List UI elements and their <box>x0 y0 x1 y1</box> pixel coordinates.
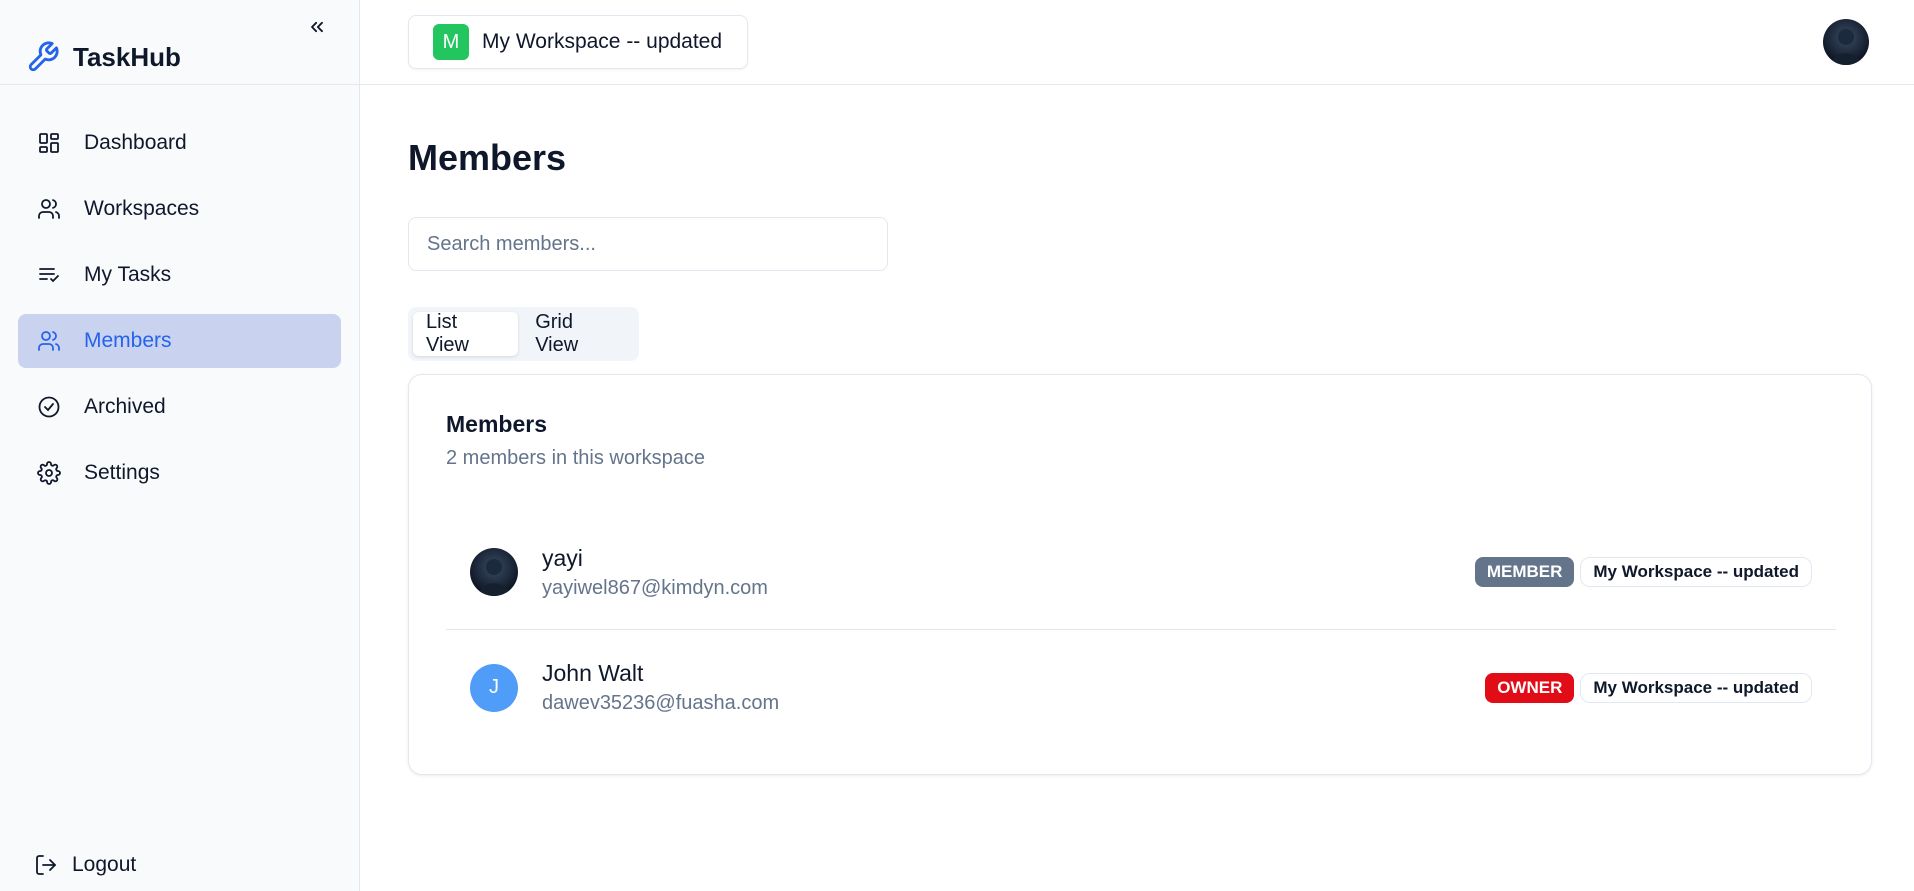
tab-list-view[interactable]: List View <box>413 311 519 356</box>
sidebar-item-workspaces[interactable]: Workspaces <box>18 182 341 236</box>
collapse-sidebar-button[interactable] <box>305 13 329 41</box>
member-row[interactable]: J John Walt dawev35236@fuasha.com OWNER … <box>446 630 1836 745</box>
sidebar-item-dashboard[interactable]: Dashboard <box>18 116 341 170</box>
card-title: Members <box>446 411 547 437</box>
member-avatar <box>470 548 518 596</box>
workspace-badge: My Workspace -- updated <box>1580 672 1812 703</box>
member-badges: OWNER My Workspace -- updated <box>1485 672 1812 703</box>
topbar: M My Workspace -- updated <box>360 0 1914 85</box>
member-info: John Walt dawev35236@fuasha.com <box>542 660 779 715</box>
wrench-icon <box>28 41 59 72</box>
sidebar-item-my-tasks[interactable]: My Tasks <box>18 248 341 302</box>
app-name: TaskHub <box>73 41 181 72</box>
users-icon <box>36 196 62 222</box>
avatar-photo <box>470 548 518 596</box>
members-card: Members 2 members in this workspace yayi… <box>408 374 1872 775</box>
users-icon <box>36 328 62 354</box>
sidebar-item-archived[interactable]: Archived <box>18 380 341 434</box>
role-badge: OWNER <box>1485 672 1575 703</box>
workspace-switcher[interactable]: M My Workspace -- updated <box>408 15 748 69</box>
workspace-name: My Workspace -- updated <box>482 30 723 53</box>
member-info: yayi yayiwel867@kimdyn.com <box>542 545 768 600</box>
role-badge: MEMBER <box>1474 557 1575 587</box>
user-avatar[interactable] <box>1823 19 1869 65</box>
member-name: yayi <box>542 544 583 571</box>
sidebar-item-settings[interactable]: Settings <box>18 446 341 500</box>
avatar-photo <box>1823 19 1869 65</box>
sidebar-item-label: Settings <box>84 461 160 484</box>
logout-button[interactable]: Logout <box>34 852 136 878</box>
member-row[interactable]: yayi yayiwel867@kimdyn.com MEMBER My Wor… <box>446 515 1836 630</box>
page-title: Members <box>408 137 567 178</box>
dashboard-icon <box>36 130 62 156</box>
sidebar-item-label: Archived <box>84 395 166 418</box>
sidebar-header: TaskHub <box>0 0 359 85</box>
sidebar: TaskHub Dashboard Workspaces My Tasks Me… <box>0 0 360 891</box>
tab-grid-view[interactable]: Grid View <box>522 311 634 356</box>
member-email: dawev35236@fuasha.com <box>542 692 780 714</box>
sidebar-item-members[interactable]: Members <box>18 314 341 368</box>
member-badges: MEMBER My Workspace -- updated <box>1474 557 1812 587</box>
list-check-icon <box>36 262 62 288</box>
card-subtitle: 2 members in this workspace <box>446 447 705 469</box>
member-email: yayiwel867@kimdyn.com <box>542 576 768 599</box>
workspace-avatar: M <box>433 24 469 60</box>
member-avatar: J <box>470 663 518 712</box>
sidebar-item-label: My Tasks <box>84 263 172 286</box>
member-name: John Walt <box>542 660 644 686</box>
check-circle-icon <box>36 394 62 420</box>
sidebar-item-label: Workspaces <box>84 197 200 220</box>
workspace-badge: My Workspace -- updated <box>1580 557 1812 587</box>
sidebar-item-label: Dashboard <box>84 131 187 154</box>
search-input[interactable] <box>408 217 888 271</box>
logout-label: Logout <box>72 853 137 876</box>
sidebar-item-label: Members <box>84 329 172 352</box>
chevrons-left-icon <box>311 21 323 33</box>
view-tabs: List View Grid View <box>408 307 639 361</box>
brand[interactable]: TaskHub <box>26 40 181 74</box>
logout-icon <box>34 852 60 878</box>
gear-icon <box>36 460 62 486</box>
sidebar-nav: Dashboard Workspaces My Tasks Members Ar… <box>18 116 341 512</box>
